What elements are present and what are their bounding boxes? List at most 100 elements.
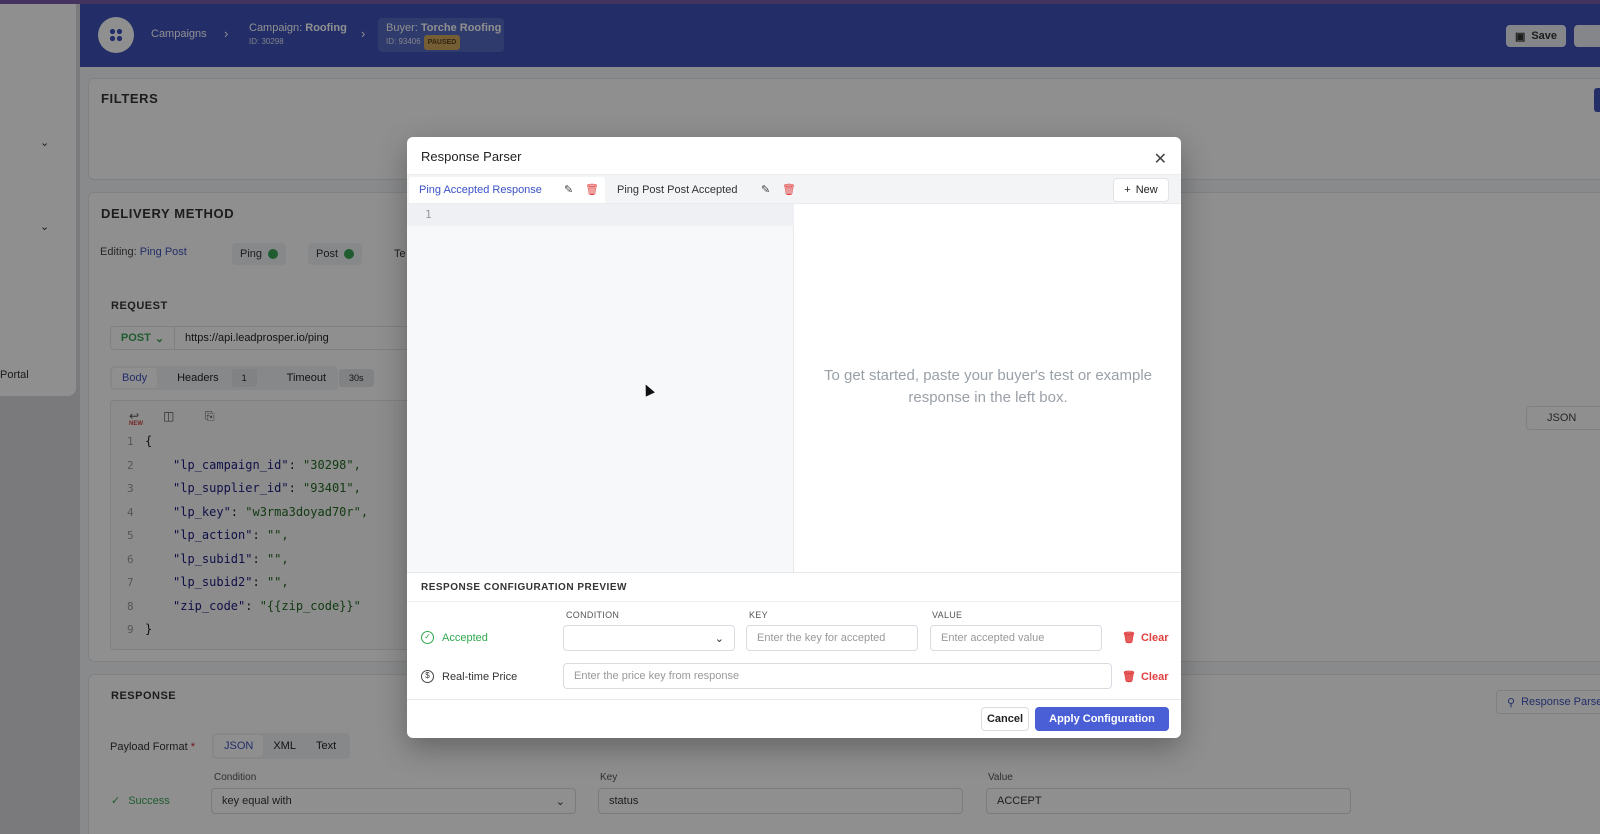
format-icon[interactable]: ◫	[163, 409, 174, 423]
step-post-label: Post	[316, 248, 339, 260]
code-line: "zip_code": "{{zip_code}}"	[173, 599, 361, 613]
filters-action-button[interactable]	[1594, 88, 1600, 112]
line-number: 4	[127, 505, 134, 519]
price-key-input[interactable]: Enter the price key from response	[563, 663, 1112, 689]
line-number: 8	[127, 599, 134, 613]
payload-format-tabs: JSON XML Text	[212, 733, 350, 759]
step-post[interactable]: Post	[308, 243, 363, 265]
step-test-label: Te	[394, 248, 406, 260]
line-number: 7	[127, 576, 134, 589]
headers-count: 1	[231, 369, 257, 387]
accepted-condition-select[interactable]: ⌄	[563, 625, 735, 651]
tab-timeout-label: Timeout	[286, 372, 326, 384]
trash-icon[interactable]: 🗑	[585, 183, 599, 196]
sidebar-item-portal[interactable]: Portal	[0, 369, 29, 381]
breadcrumb-campaign[interactable]: Campaign: Roofing ID: 30298	[249, 22, 347, 48]
method-select[interactable]: POST ⌄	[111, 327, 175, 349]
trash-icon[interactable]: 🗑	[782, 183, 796, 196]
code-key: "lp_key"	[173, 504, 231, 519]
code-line: {	[145, 434, 153, 448]
format-json[interactable]: JSON	[214, 735, 264, 757]
tab-headers-label: Headers	[177, 372, 219, 384]
close-icon[interactable]: ✕	[1154, 149, 1167, 169]
condition-value: key equal with	[222, 795, 292, 807]
tab-ping-accepted[interactable]: Ping Accepted Response	[409, 177, 605, 203]
tab-body[interactable]: Body	[112, 368, 158, 388]
tab-headers[interactable]: Headers 1	[157, 368, 267, 388]
response-parser-button[interactable]: ⚲ Response Parse	[1496, 690, 1600, 714]
line-number: 2	[127, 458, 134, 472]
code-key: "lp_supplier_id"	[173, 481, 289, 495]
breadcrumb-campaigns[interactable]: Campaigns	[151, 28, 207, 41]
check-icon	[344, 249, 355, 259]
code-value: "30298",	[303, 457, 361, 472]
app-menu-button[interactable]	[98, 17, 134, 53]
column-key: KEY	[749, 610, 768, 620]
response-parser-label: Response Parse	[1521, 696, 1600, 708]
code-key: "lp_action"	[173, 528, 253, 542]
buyer-id: ID: 93406	[386, 37, 421, 46]
save-button[interactable]: ▣ Save	[1506, 25, 1566, 47]
format-select[interactable]: JSON	[1526, 406, 1600, 430]
new-tab-button[interactable]: + New	[1113, 178, 1169, 202]
step-ping-label: Ping	[240, 248, 263, 260]
code-separator: :	[245, 598, 260, 613]
code-key: "lp_subid1"	[173, 551, 253, 566]
chevron-right-icon: ›	[361, 26, 366, 41]
key-label: Key	[600, 772, 618, 783]
condition-select[interactable]: key equal with ⌄	[211, 788, 576, 814]
save-icon: ▣	[1514, 30, 1526, 43]
value-field[interactable]: ACCEPT	[986, 788, 1351, 814]
campaign-name: Roofing	[305, 22, 347, 34]
clear-accepted-button[interactable]: 🗑 Clear	[1122, 631, 1169, 645]
timeout-value: 30s	[339, 369, 374, 387]
tab-timeout[interactable]: Timeout 30s	[267, 368, 384, 388]
chevron-down-icon[interactable]: ⌄	[40, 136, 49, 149]
payload-format-text: Payload Format	[110, 741, 188, 753]
accepted-key-input[interactable]: Enter the key for accepted	[746, 625, 918, 651]
request-body-editor[interactable]: ↩ NEW ◫ ⎘ 1{2 "lp_campaign_id": "30298", 3…	[110, 400, 410, 650]
clear-label: Clear	[1140, 631, 1169, 644]
accepted-value-input[interactable]: Enter accepted value	[930, 625, 1102, 651]
accepted-row-label: ✓ Accepted	[421, 631, 488, 644]
trash-icon: 🗑	[1122, 632, 1136, 644]
code-line: "lp_key": "w3rma3doyad70r",	[173, 505, 368, 519]
chevron-down-icon[interactable]: ⌄	[40, 220, 49, 233]
price-text: Real-time Price	[442, 670, 518, 683]
step-ping[interactable]: Ping	[232, 243, 287, 265]
method-value: POST	[120, 332, 151, 344]
code-value: "93401",	[303, 481, 361, 495]
accepted-text: Accepted	[442, 631, 488, 644]
copy-icon[interactable]: ⎘	[205, 409, 215, 424]
chevron-right-icon: ›	[224, 26, 229, 41]
value-label: Value	[988, 772, 1013, 783]
apply-configuration-button[interactable]: Apply Configuration	[1035, 707, 1169, 731]
status-badge: PAUSED	[423, 35, 461, 50]
format-text[interactable]: Text	[306, 735, 346, 757]
key-field[interactable]: status	[598, 788, 963, 814]
pencil-icon[interactable]: ✎	[761, 183, 770, 196]
price-row-label: $ Real-time Price	[421, 670, 517, 683]
line-number: 6	[127, 552, 134, 566]
extra-header-button[interactable]	[1574, 25, 1600, 47]
chevron-down-icon: ⌄	[154, 332, 165, 345]
cancel-button[interactable]: Cancel	[981, 707, 1029, 731]
line-number: 3	[127, 482, 134, 495]
code-separator: :	[288, 457, 304, 472]
tab-ping-post-accepted-label: Ping Post Post Accepted	[617, 184, 738, 196]
required-marker: *	[190, 741, 195, 753]
breadcrumb-buyer[interactable]: Buyer: Torche Roofing ID: 93406 PAUSED	[386, 22, 501, 50]
url-field[interactable]: POST ⌄ https://api.leadprosper.io/ping	[110, 326, 410, 350]
modal-title: Response Parser	[421, 149, 522, 164]
pencil-icon[interactable]: ✎	[564, 183, 573, 196]
format-xml[interactable]: XML	[263, 735, 306, 757]
tab-ping-post-accepted[interactable]: Ping Post Post Accepted	[607, 177, 803, 203]
editing-link[interactable]: Ping Post	[140, 246, 187, 258]
payload-format-label: Payload Format *	[110, 741, 195, 753]
clear-price-button[interactable]: 🗑 Clear	[1122, 670, 1169, 684]
response-parser-modal: Response Parser ✕ Ping Accepted Response…	[407, 137, 1181, 738]
code-separator: :	[252, 575, 267, 589]
line-number: 9	[127, 623, 134, 636]
code-line: "lp_action": "",	[173, 528, 289, 542]
response-input-editor[interactable]: 1	[407, 204, 794, 572]
